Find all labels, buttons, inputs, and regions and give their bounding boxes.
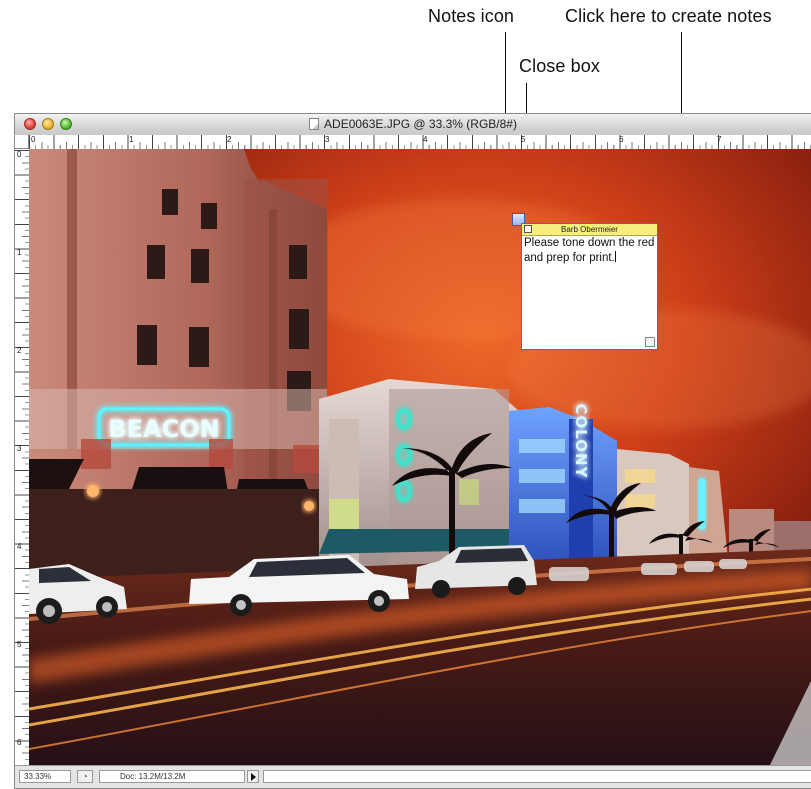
text-cursor: [614, 250, 616, 262]
colony-neon-sign: COLONY: [572, 404, 590, 479]
note-titlebar[interactable]: Barb Obermeier: [522, 224, 657, 236]
ruler-number: 6: [17, 738, 22, 747]
ruler-number: 2: [17, 346, 22, 355]
image-canvas[interactable]: BEACON COLONY Barb Obermeier Please tone…: [29, 149, 811, 766]
ruler-number: 7: [717, 135, 722, 144]
ruler-number: 0: [17, 150, 22, 159]
ruler-number: 0: [31, 135, 36, 144]
ruler-number: 4: [17, 542, 22, 551]
ruler-number: 1: [17, 248, 22, 257]
doc-size-info: Doc: 13.2M/13.2M: [99, 770, 245, 783]
note-window[interactable]: Barb Obermeier Please tone down the red …: [521, 223, 658, 350]
ruler-number: 6: [619, 135, 624, 144]
ruler-number: 3: [17, 444, 22, 453]
status-menu-icon[interactable]: ◔: [77, 770, 93, 783]
horizontal-ruler[interactable]: 0 1 2 3 4 5 6 7: [29, 135, 811, 150]
street-photo: BEACON COLONY: [29, 149, 811, 766]
ruler-number: 1: [129, 135, 134, 144]
ruler-number: 5: [521, 135, 526, 144]
notes-icon-callout: Notes icon: [428, 6, 515, 26]
ruler-number: 4: [423, 135, 428, 144]
document-icon: [309, 118, 320, 130]
beacon-neon-sign: BEACON: [108, 415, 219, 443]
ruler-origin[interactable]: [15, 135, 29, 149]
create-notes-callout: Click here to create notes: [565, 6, 772, 26]
note-text-area[interactable]: Please tone down the red and prep for pr…: [522, 236, 657, 265]
status-bar: 33.33% ◔ Doc: 13.2M/13.2M: [15, 765, 811, 788]
vertical-ruler[interactable]: 0 1 2 3 4 5 6: [15, 149, 30, 766]
ruler-number: 3: [325, 135, 330, 144]
ruler-number: 2: [227, 135, 232, 144]
note-resize-handle[interactable]: [645, 337, 655, 347]
document-window: ADE0063E.JPG @ 33.3% (RGB/8#) 0 1 2 3 4 …: [14, 113, 811, 789]
note-text: Please tone down the red and prep for pr…: [524, 237, 655, 264]
window-title: ADE0063E.JPG @ 33.3% (RGB/8#): [324, 117, 517, 131]
note-author: Barb Obermeier: [561, 225, 618, 234]
note-close-box[interactable]: [524, 225, 532, 233]
window-titlebar[interactable]: ADE0063E.JPG @ 33.3% (RGB/8#): [15, 114, 811, 136]
close-box-callout: Close box: [519, 56, 600, 76]
horizontal-scrollbar[interactable]: [263, 770, 811, 783]
ruler-number: 5: [17, 640, 22, 649]
zoom-field[interactable]: 33.33%: [19, 770, 71, 783]
doc-info-arrow-button[interactable]: [247, 770, 259, 783]
